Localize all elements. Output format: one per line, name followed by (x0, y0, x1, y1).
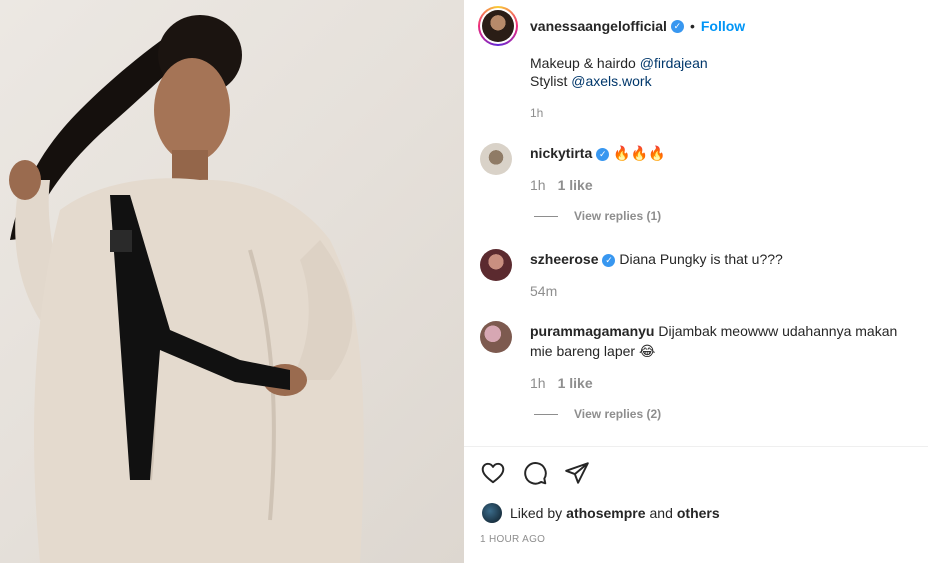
comment-avatar[interactable] (480, 249, 512, 281)
liker-username[interactable]: athosempre (566, 505, 645, 521)
post-photo-illustration (9, 15, 364, 563)
comment-meta: 54m (530, 281, 920, 301)
mention-link[interactable]: @axels.work (571, 73, 651, 89)
actions-divider (464, 446, 928, 447)
comment-icon[interactable] (522, 460, 548, 486)
likes-others-link[interactable]: others (677, 505, 720, 521)
heart-icon[interactable] (480, 460, 506, 486)
post-details-panel: vanessaangelofficial ✓ • Follow Makeup &… (464, 0, 928, 563)
comment-meta: 1h 1 like (530, 373, 920, 393)
author-avatar[interactable] (478, 6, 518, 46)
verified-icon: ✓ (596, 147, 610, 161)
author-username[interactable]: vanessaangelofficial (530, 18, 667, 34)
post-header: vanessaangelofficial ✓ • Follow (464, 0, 928, 52)
comment-likes[interactable]: 1 like (558, 177, 593, 193)
comment-time[interactable]: 54m (530, 283, 557, 299)
comment-avatar[interactable] (480, 321, 512, 353)
post-actions (480, 460, 590, 486)
comment-likes[interactable]: 1 like (558, 375, 593, 391)
comment-username[interactable]: szheerose (530, 251, 598, 267)
liker-avatar[interactable] (482, 503, 502, 523)
share-icon[interactable] (564, 460, 590, 486)
comment-text: Diana Pungky is that u??? (619, 251, 783, 267)
separator-dot: • (689, 18, 695, 34)
view-replies-button[interactable]: View replies (2) (534, 407, 661, 421)
verified-icon: ✓ (602, 253, 616, 267)
caption-line-2: Stylist @axels.work (530, 73, 652, 89)
post-photo[interactable] (0, 0, 464, 563)
mention-link[interactable]: @firdajean (640, 55, 708, 71)
comment-username[interactable]: nickytirta (530, 145, 592, 161)
follow-button[interactable]: Follow (701, 18, 745, 34)
post-timestamp[interactable]: 1 HOUR AGO (480, 534, 545, 545)
caption-time[interactable]: 1h (530, 104, 708, 122)
verified-icon: ✓ (670, 19, 684, 33)
comment-username[interactable]: purammagamanyu (530, 323, 654, 339)
likes-summary: Liked by athosempre and others (482, 503, 720, 523)
caption-line-1: Makeup & hairdo @firdajean (530, 55, 708, 71)
view-replies-button[interactable]: View replies (1) (534, 209, 661, 223)
comment-text: 🔥🔥🔥 (613, 145, 666, 161)
comment-time[interactable]: 1h (530, 177, 546, 193)
comment-time[interactable]: 1h (530, 375, 546, 391)
comment-avatar[interactable] (480, 143, 512, 175)
post-caption: Makeup & hairdo @firdajean Stylist @axel… (530, 54, 708, 122)
comment-meta: 1h 1 like (530, 175, 920, 195)
